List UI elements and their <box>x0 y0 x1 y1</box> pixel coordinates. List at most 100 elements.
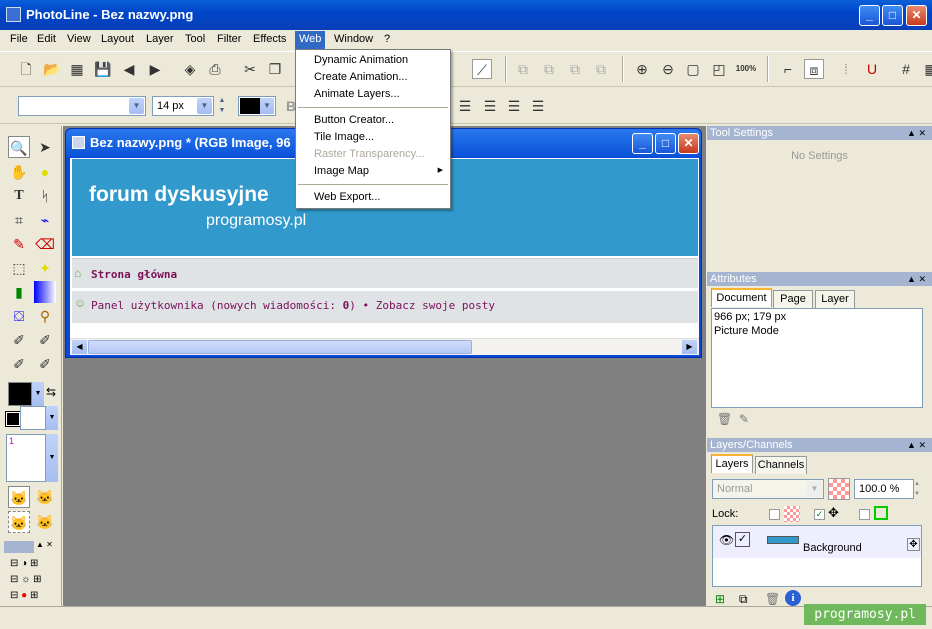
eraser-tool-icon[interactable]: ⌫ <box>34 233 56 255</box>
align-center-icon[interactable]: ☰ <box>455 96 475 116</box>
bucket-tool-icon[interactable]: ⛋ <box>8 305 30 327</box>
smudge-tool-icon[interactable]: ✐ <box>8 329 30 351</box>
line-tool-icon[interactable]: ⟋ <box>472 59 492 79</box>
text-color-picker[interactable]: ▼ <box>238 96 276 116</box>
menu-item-image-map[interactable]: Image Map ▶ <box>297 163 449 180</box>
layer-check-icon[interactable]: ✓ <box>735 532 750 547</box>
stamp-tool-icon[interactable]: ⚲ <box>34 305 56 327</box>
menu-item-create-animation[interactable]: Create Animation... <box>297 69 449 86</box>
fit-window-icon[interactable]: ◰ <box>709 59 729 79</box>
tab-channels[interactable]: Channels <box>755 456 807 474</box>
menu-effects[interactable]: Effects <box>249 32 290 48</box>
edit-icon[interactable]: ✎ <box>739 412 749 426</box>
magic-wand-icon[interactable]: ✦ <box>34 257 56 279</box>
horizontal-scrollbar[interactable]: ◀ ▶ <box>70 338 699 355</box>
tab-layers[interactable]: Layers <box>711 454 753 473</box>
layer-icon-2[interactable]: ⧉ <box>539 59 559 79</box>
selection-tool-icon[interactable]: ⬚ <box>8 257 30 279</box>
delete-layer-icon[interactable]: 🗑 <box>765 592 780 606</box>
menu-view[interactable]: View <box>63 32 95 48</box>
trash-icon[interactable]: 🗑 <box>717 412 732 426</box>
chevron-down-icon[interactable]: ▼ <box>32 382 44 406</box>
info-icon[interactable]: i <box>785 590 801 606</box>
color-controls[interactable]: ⊟ ◑ ⊞ ⊟ ☼ ⊞ ⊟ ● ⊞ <box>10 556 41 604</box>
open-folder-icon[interactable]: 📂 <box>42 59 62 79</box>
background-color[interactable] <box>20 406 46 430</box>
duplicate-layer-icon[interactable]: ⧉ <box>739 592 748 607</box>
nav-user-panel[interactable]: Panel użytkownika (nowych wiadomości: 0)… <box>91 299 495 312</box>
dodge-tool-icon[interactable]: ✐ <box>34 329 56 351</box>
menu-item-tile-image[interactable]: Tile Image... <box>297 129 449 146</box>
doc-maximize-button[interactable]: □ <box>655 133 676 154</box>
hand-tool-icon[interactable]: ✋ <box>8 161 30 183</box>
font-combo[interactable]: ▼ <box>18 96 146 116</box>
doc-minimize-button[interactable]: _ <box>632 133 653 154</box>
justify-all-icon[interactable]: ☰ <box>528 96 548 116</box>
menu-item-button-creator[interactable]: Button Creator... <box>297 112 449 129</box>
copy-icon[interactable]: ❐ <box>265 59 285 79</box>
layer-icon-3[interactable]: ⧉ <box>565 59 585 79</box>
menu-edit[interactable]: Edit <box>33 32 60 48</box>
foreground-color[interactable] <box>8 382 32 406</box>
gradient-tool-icon[interactable] <box>34 281 56 303</box>
menu-window[interactable]: Window <box>330 32 377 48</box>
layer-icon-4[interactable]: ⧉ <box>591 59 611 79</box>
grid-icon[interactable]: # <box>896 59 916 79</box>
mask-icon[interactable]: 🐱 <box>8 486 30 508</box>
ellipse-tool-icon[interactable]: ● <box>34 161 56 183</box>
swap-colors-icon[interactable]: ⇆ <box>46 385 56 399</box>
fit-page-icon[interactable]: ▢ <box>683 59 703 79</box>
blend-mode-select[interactable]: Normal ▼ <box>712 479 824 499</box>
sharpen-tool-icon[interactable]: ✐ <box>8 353 30 375</box>
reset-colors-icon[interactable] <box>5 411 21 427</box>
tab-document[interactable]: Document <box>711 288 772 307</box>
crop-tool-icon[interactable]: ⌗ <box>8 209 30 231</box>
new-layer-icon[interactable]: ⊞ <box>715 592 725 606</box>
lock-transparency-checkbox[interactable] <box>769 509 780 520</box>
zoom-tool-icon[interactable]: 🔍 <box>8 136 30 158</box>
text-tool-icon[interactable]: T <box>8 185 30 207</box>
layer-preview[interactable]: 1 <box>6 434 46 482</box>
tab-page[interactable]: Page <box>773 290 813 308</box>
cut-icon[interactable]: ✂ <box>240 59 260 79</box>
lock-position-checkbox[interactable]: ✓ <box>814 509 825 520</box>
arrow-tool-icon[interactable]: ➤ <box>34 136 56 158</box>
visibility-eye-icon[interactable]: 👁 <box>719 533 734 547</box>
opacity-spinner[interactable]: ▲ ▼ <box>914 479 924 499</box>
chevron-down-icon[interactable]: ▼ <box>46 406 58 430</box>
opacity-field[interactable]: 100.0 % <box>854 479 914 499</box>
zoom-in-icon[interactable]: ⊕ <box>632 59 652 79</box>
frame-icon[interactable]: ⧈ <box>804 59 824 79</box>
tab-layer[interactable]: Layer <box>815 290 855 308</box>
menu-item-dynamic-animation[interactable]: Dynamic Animation <box>297 52 449 69</box>
magnet-icon[interactable]: U <box>862 59 882 79</box>
back-icon[interactable]: ◀ <box>119 59 139 79</box>
nav-home-link[interactable]: Strona główna <box>91 268 177 281</box>
maximize-button[interactable]: □ <box>882 5 903 26</box>
scroll-left-icon[interactable]: ◀ <box>72 340 87 354</box>
panel-buttons[interactable]: ▲ ✕ <box>36 540 53 549</box>
menu-item-web-export[interactable]: Web Export... <box>297 189 449 206</box>
scroll-right-icon[interactable]: ▶ <box>682 340 697 354</box>
layer-row-background[interactable]: 👁 ✓ Background ✥ <box>713 526 921 558</box>
mask-mode-icon[interactable]: 🐱 <box>34 486 56 508</box>
menu-layout[interactable]: Layout <box>97 32 138 48</box>
panel-controls[interactable]: ▲ ✕ <box>907 126 926 140</box>
menu-file[interactable]: File <box>6 32 32 48</box>
browser-icon[interactable]: ▦ <box>67 59 87 79</box>
minimize-button[interactable]: _ <box>859 5 880 26</box>
print-icon[interactable]: ⎙ <box>205 59 225 79</box>
quick-mask-icon[interactable]: 🐱 <box>8 511 30 533</box>
transparency-icon[interactable] <box>828 478 850 500</box>
more-icon[interactable]: ▦ <box>921 59 932 79</box>
menu-layer[interactable]: Layer <box>142 32 178 48</box>
blur-tool-icon[interactable]: ✐ <box>34 353 56 375</box>
brush-tool-icon[interactable]: ✎ <box>8 233 30 255</box>
eyedropper-icon[interactable]: ⌁ <box>34 209 56 231</box>
layer-icon-1[interactable]: ⧉ <box>513 59 533 79</box>
size-spinner[interactable]: ▲ ▼ <box>216 96 228 116</box>
align-right-icon[interactable]: ☰ <box>480 96 500 116</box>
menu-filter[interactable]: Filter <box>213 32 245 48</box>
justify-icon[interactable]: ☰ <box>504 96 524 116</box>
panel-controls[interactable]: ▲ ✕ <box>907 438 926 452</box>
